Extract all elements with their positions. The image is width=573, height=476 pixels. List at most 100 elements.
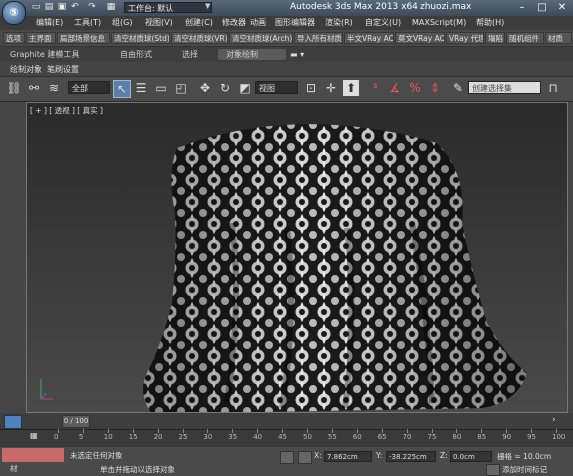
slider-next-icon[interactable]: ›: [552, 415, 564, 426]
select-manipulate-icon[interactable]: ✛: [323, 80, 339, 96]
tool-collapse[interactable]: 塌陷: [485, 32, 505, 44]
left-panel-strip: [0, 102, 26, 413]
menu-edit[interactable]: 编辑(E): [36, 16, 63, 30]
timeline-tick-label: 25: [178, 433, 188, 441]
menu-modifiers[interactable]: 修改器: [222, 16, 246, 30]
absolute-mode-icon[interactable]: [298, 451, 312, 464]
redo-icon[interactable]: ↷: [86, 2, 98, 13]
right-panel-strip: [568, 102, 573, 413]
maxscript-listener-field[interactable]: [2, 448, 64, 462]
timeline-tick-label: 5: [78, 433, 84, 441]
workspace-dropdown[interactable]: 工作台: 默认: [124, 2, 212, 13]
percent-snap-icon[interactable]: %: [407, 80, 423, 96]
select-object-icon[interactable]: ↖: [113, 80, 131, 98]
unlink-icon[interactable]: ⚯: [26, 80, 42, 96]
menu-group[interactable]: 组(G): [112, 16, 132, 30]
mini-listener-icon[interactable]: [4, 415, 22, 429]
timeline-tick-label: 10: [103, 433, 113, 441]
tab-graphite-modeling[interactable]: Graphite 建模工具: [10, 49, 79, 60]
menu-tools[interactable]: 工具(T): [74, 16, 101, 30]
named-selection-set-dropdown[interactable]: 创建选择集: [468, 81, 541, 94]
left-tab-label[interactable]: 材: [10, 463, 18, 474]
menu-customize[interactable]: 自定义(U): [365, 16, 401, 30]
tablecloth-render: [40, 124, 527, 412]
time-slider-thumb[interactable]: 0 / 100: [62, 415, 90, 428]
axis-gizmo-icon: [40, 379, 53, 400]
selection-filter-dropdown[interactable]: 全部: [68, 81, 110, 94]
menu-create[interactable]: 创建(C): [185, 16, 213, 30]
tool-clear-mat-arch[interactable]: 清空材质球(Arch): [229, 32, 293, 44]
menu-maxscript[interactable]: MAXScript(M): [412, 16, 466, 30]
undo-icon[interactable]: ↶: [69, 2, 81, 13]
perspective-viewport[interactable]: [ + ] [ 透视 ] [ 真实 ]: [26, 102, 568, 413]
app-menu-icon[interactable]: ⑤: [2, 1, 26, 25]
new-file-icon[interactable]: ▭: [30, 2, 42, 13]
tab-freeform[interactable]: 自由形式: [120, 49, 152, 60]
y-label: Y:: [376, 451, 383, 460]
timeline-tick-label: 0: [54, 433, 59, 441]
menu-help[interactable]: 帮助(H): [476, 16, 504, 30]
tool-options[interactable]: 选项: [3, 32, 25, 44]
bind-space-warp-icon[interactable]: ≋: [46, 80, 62, 96]
rotate-icon[interactable]: ↻: [217, 80, 233, 96]
tool-vray-proxy[interactable]: VRay 代理: [446, 32, 484, 44]
chevron-down-icon[interactable]: ▼: [205, 2, 210, 10]
timeline-tick-label: 40: [253, 433, 263, 441]
x-coordinate-field[interactable]: 7.862cm: [324, 451, 372, 462]
add-time-tag[interactable]: 添加时间标记: [502, 464, 547, 475]
tool-main-ui[interactable]: 主界面: [26, 32, 56, 44]
selection-status: 未选定任何对象: [70, 451, 123, 460]
tool-random-group[interactable]: 随机组件: [506, 32, 544, 44]
rectangle-selection-icon[interactable]: ▭: [153, 80, 169, 96]
mirror-icon[interactable]: ⊓: [545, 80, 561, 96]
link-icon[interactable]: ⛓: [6, 80, 22, 96]
tool-clear-mat-vr[interactable]: 清空材质球(VR): [171, 32, 228, 44]
tool-vray-ao-1[interactable]: 半文VRay AO: [344, 32, 394, 44]
timeline-tick-label: 50: [303, 433, 312, 441]
selection-lock-icon[interactable]: [280, 451, 294, 464]
track-view-icon[interactable]: ▦: [30, 431, 42, 442]
time-tag-icon[interactable]: [486, 464, 500, 476]
menu-graph-editors[interactable]: 图形编辑器: [275, 16, 315, 30]
timeline-tick-label: 90: [502, 433, 512, 441]
save-file-icon[interactable]: ▣: [56, 2, 68, 13]
y-coordinate-field[interactable]: -38.225cm: [386, 451, 436, 462]
panel-paint-objects[interactable]: 绘制对象: [10, 64, 42, 75]
edit-named-sets-icon[interactable]: ✎: [450, 80, 466, 96]
menu-rendering[interactable]: 渲染(R): [325, 16, 353, 30]
minimize-button[interactable]: –: [512, 1, 532, 14]
tab-object-paint[interactable]: 对象绘制: [218, 49, 286, 60]
open-file-icon[interactable]: ▤: [43, 2, 55, 13]
z-label: Z:: [440, 451, 448, 460]
timeline-tick-label: 65: [377, 433, 387, 441]
menu-views[interactable]: 视图(V): [145, 16, 173, 30]
reference-coord-dropdown[interactable]: 视图: [255, 81, 298, 94]
timeline-tick-label: 55: [327, 433, 337, 441]
ribbon-options-icon[interactable]: ▬ ▾: [290, 49, 304, 60]
select-by-name-icon[interactable]: ☰: [133, 80, 149, 96]
timeline-tick-label: 80: [452, 433, 462, 441]
tool-clear-mat-std[interactable]: 清空材质球(Std): [111, 32, 170, 44]
tool-scene-info[interactable]: 局部场景信息: [57, 32, 110, 44]
timeline-tick-label: 75: [427, 433, 437, 441]
x-label: X:: [314, 451, 322, 460]
z-coordinate-field[interactable]: 0.0cm: [450, 451, 492, 462]
scale-icon[interactable]: ◩: [237, 80, 253, 96]
angle-snap-icon[interactable]: ∡: [387, 80, 403, 96]
tool-material[interactable]: 材质: [545, 32, 572, 44]
panel-brush-settings[interactable]: 笔刷设置: [47, 64, 79, 75]
pivot-center-icon[interactable]: ⊡: [303, 80, 319, 96]
tab-selection[interactable]: 选择: [182, 49, 198, 60]
maximize-button[interactable]: □: [532, 1, 552, 14]
spinner-snap-icon[interactable]: ⇕: [427, 80, 443, 96]
move-icon[interactable]: ✥: [197, 80, 213, 96]
timeline-tick-label: 20: [153, 433, 163, 441]
keyboard-shortcut-override-icon[interactable]: ⬆: [343, 80, 359, 96]
close-button[interactable]: ✕: [552, 1, 572, 14]
window-crossing-icon[interactable]: ◰: [173, 80, 189, 96]
snaps-toggle-icon[interactable]: ³: [367, 80, 383, 96]
tool-import-mats[interactable]: 导入所有材质: [294, 32, 343, 44]
menu-animation[interactable]: 动画: [250, 16, 266, 30]
project-folder-icon[interactable]: ▦: [105, 2, 117, 13]
tool-vray-ao-2[interactable]: 莫文VRay AO: [395, 32, 445, 44]
